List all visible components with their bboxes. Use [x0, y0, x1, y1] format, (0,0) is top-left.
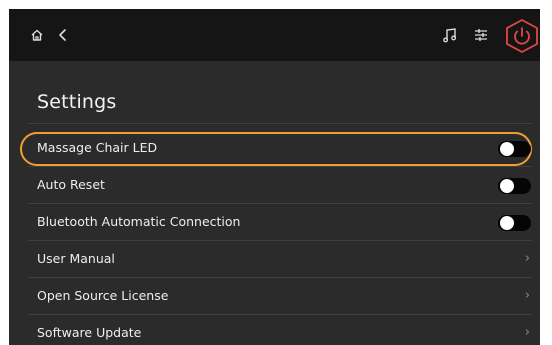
setting-label: Bluetooth Automatic Connection	[37, 214, 241, 229]
device-screen: Settings Massage Chair LED Auto Reset Bl…	[9, 9, 540, 345]
toggle-knob	[500, 142, 514, 156]
top-bar	[9, 9, 540, 61]
toggle-knob	[500, 179, 514, 193]
setting-label: Auto Reset	[37, 177, 105, 192]
setting-row-open-source-license[interactable]: Open Source License ›	[28, 278, 532, 315]
home-icon[interactable]	[29, 27, 45, 43]
setting-row-user-manual[interactable]: User Manual ›	[28, 241, 532, 278]
auto-reset-toggle[interactable]	[498, 178, 531, 194]
toggle-knob	[500, 216, 514, 230]
setting-row-massage-chair-led[interactable]: Massage Chair LED	[28, 130, 532, 167]
page-title: Settings	[37, 91, 117, 113]
power-icon[interactable]	[505, 18, 539, 54]
back-icon[interactable]	[55, 27, 71, 43]
setting-label: Software Update	[37, 325, 142, 340]
bluetooth-automatic-connection-toggle[interactable]	[498, 215, 531, 231]
equalizer-icon[interactable]	[472, 26, 490, 44]
setting-label: Open Source License	[37, 288, 169, 303]
chevron-right-icon: ›	[524, 288, 530, 303]
chevron-right-icon: ›	[524, 325, 530, 340]
title-divider	[28, 123, 532, 124]
massage-chair-led-toggle[interactable]	[498, 141, 531, 157]
chevron-right-icon: ›	[524, 251, 530, 266]
settings-list: Massage Chair LED Auto Reset Bluetooth A…	[28, 130, 532, 345]
setting-label: Massage Chair LED	[37, 140, 158, 155]
setting-row-software-update[interactable]: Software Update ›	[28, 315, 532, 345]
setting-row-auto-reset[interactable]: Auto Reset	[28, 167, 532, 204]
setting-label: User Manual	[37, 251, 115, 266]
setting-row-bluetooth-automatic-connection[interactable]: Bluetooth Automatic Connection	[28, 204, 532, 241]
music-note-icon[interactable]	[441, 26, 459, 44]
